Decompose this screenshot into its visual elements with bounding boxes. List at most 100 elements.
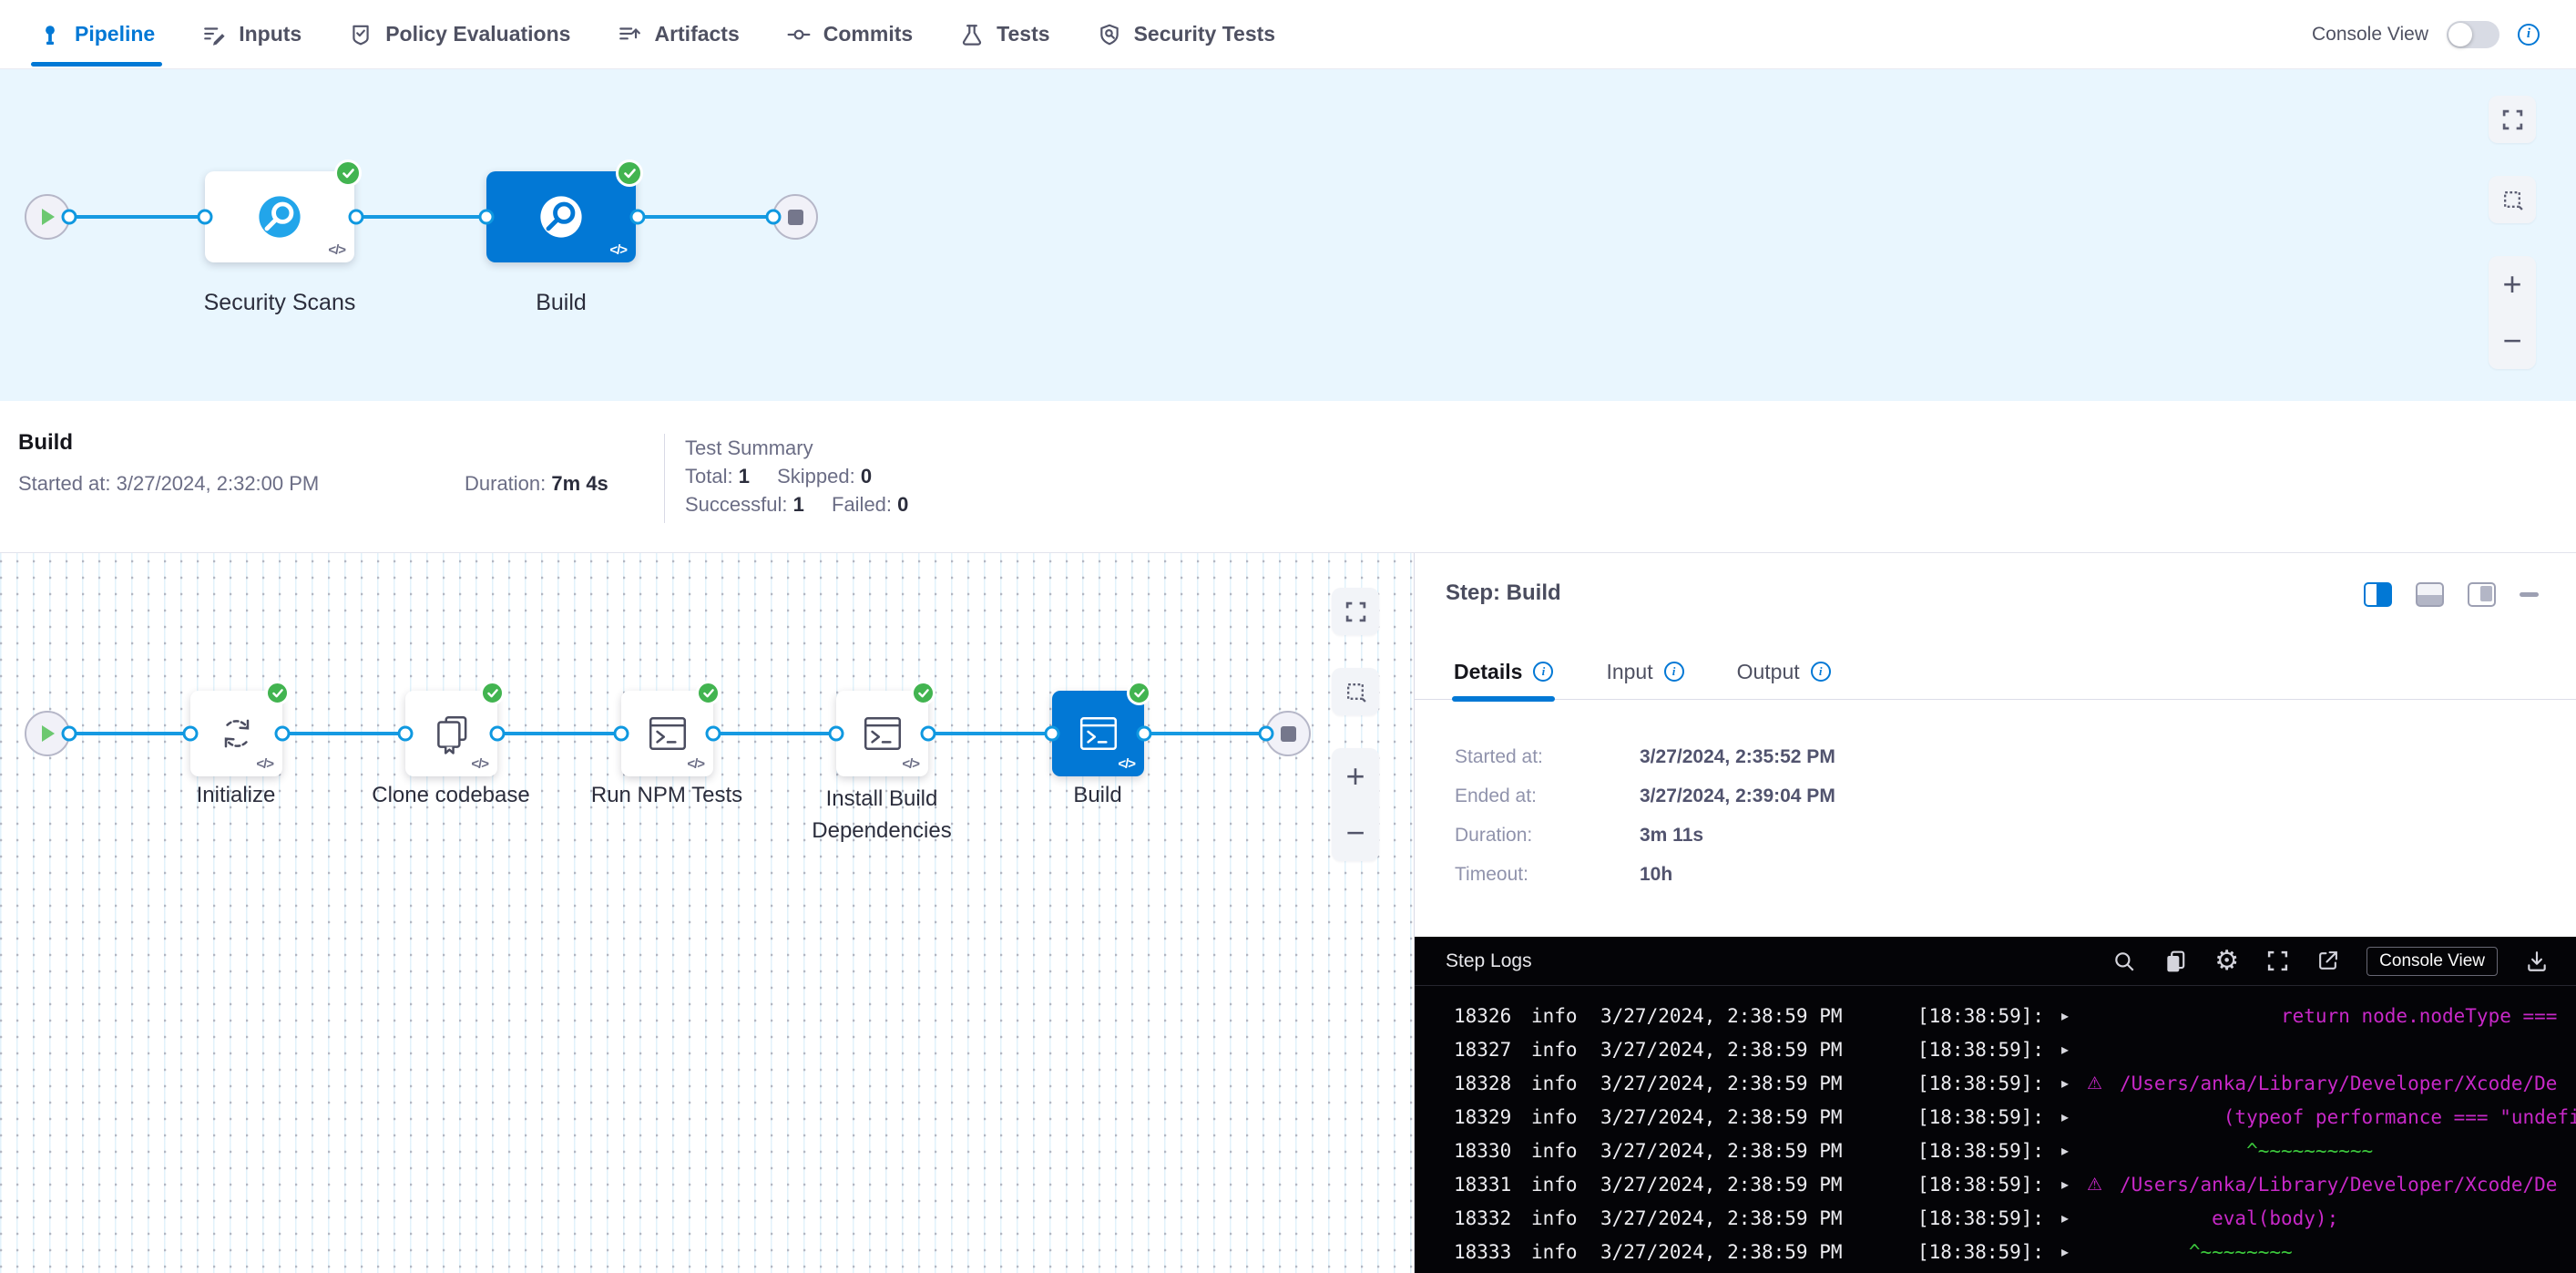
tab-inputs[interactable]: Inputs: [202, 0, 302, 68]
connector-dot: [766, 210, 782, 225]
expand-caret-icon[interactable]: ▸: [2061, 1243, 2087, 1260]
log-line-number: 18333: [1454, 1241, 1531, 1263]
expand-caret-icon[interactable]: ▸: [2061, 1108, 2087, 1125]
minimize-panel-icon[interactable]: [2520, 592, 2539, 597]
zoom-in-button[interactable]: +: [1345, 760, 1365, 793]
log-level: info: [1531, 1241, 1600, 1263]
copy-icon[interactable]: [2163, 950, 2187, 973]
expand-caret-icon[interactable]: ▸: [2061, 1074, 2087, 1092]
canvas-fullscreen-button[interactable]: [2489, 96, 2536, 143]
connector-dot: [829, 726, 844, 742]
connector-dot: [490, 726, 506, 742]
stage-node-security-scans[interactable]: </>: [205, 171, 354, 262]
settings-gear-icon[interactable]: ⚙: [2214, 948, 2239, 975]
zoom-out-button[interactable]: −: [1345, 816, 1365, 849]
layout-right-panel-icon[interactable]: [2364, 582, 2392, 607]
tab-tests[interactable]: Tests: [960, 0, 1049, 68]
tab-security-tests[interactable]: Security Tests: [1098, 0, 1276, 68]
tab-artifacts[interactable]: Artifacts: [618, 0, 739, 68]
zoom-in-button[interactable]: +: [2502, 268, 2521, 301]
step-logs-body[interactable]: 18326 info 3/27/2024, 2:38:59 PM [18:38:…: [1415, 986, 2576, 1268]
canvas-select-button[interactable]: [1332, 668, 1379, 715]
detail-label: Started at:: [1455, 746, 1640, 768]
pipeline-icon: [38, 23, 62, 46]
stage-node-build[interactable]: </>: [486, 171, 636, 262]
skipped-value: 0: [861, 465, 872, 488]
canvas-zoom-controls: + −: [1332, 748, 1379, 861]
console-view-button[interactable]: Console View: [2366, 947, 2498, 976]
log-line[interactable]: 18326 info 3/27/2024, 2:38:59 PM [18:38:…: [1415, 999, 2576, 1032]
tab-commits[interactable]: Commits: [787, 0, 913, 68]
tab-policy-evaluations[interactable]: Policy Evaluations: [349, 0, 570, 68]
top-nav: Pipeline Inputs Policy Evaluations Artif…: [0, 0, 2576, 69]
log-timestamp: 3/27/2024, 2:38:59 PM: [1600, 1174, 1917, 1196]
policy-evaluations-icon: [349, 23, 373, 46]
canvas-fullscreen-button[interactable]: [1332, 588, 1379, 635]
detail-label: Ended at:: [1455, 785, 1640, 807]
expand-caret-icon[interactable]: ▸: [2061, 1007, 2087, 1024]
log-level: info: [1531, 1140, 1600, 1162]
info-icon[interactable]: i: [1533, 662, 1553, 682]
step-details-list: Started at: 3/27/2024, 2:35:52 PM Ended …: [1455, 746, 1835, 903]
step-node-build[interactable]: </>: [1052, 691, 1144, 776]
connector-dot: [1259, 726, 1274, 742]
step-node-initialize[interactable]: </>: [190, 691, 282, 776]
step-node-install-build-dependencies[interactable]: </>: [836, 691, 928, 776]
zoom-out-button[interactable]: −: [2502, 324, 2521, 357]
info-icon[interactable]: i: [1811, 662, 1831, 682]
connector-dot: [275, 726, 291, 742]
log-line[interactable]: 18327 info 3/27/2024, 2:38:59 PM [18:38:…: [1415, 1032, 2576, 1066]
expand-caret-icon[interactable]: ▸: [2061, 1209, 2087, 1227]
layout-floating-panel-icon[interactable]: [2468, 582, 2496, 607]
log-line[interactable]: 18332 info 3/27/2024, 2:38:59 PM [18:38:…: [1415, 1201, 2576, 1235]
expand-caret-icon[interactable]: ▸: [2061, 1175, 2087, 1193]
tab-details[interactable]: Details i: [1454, 644, 1553, 699]
log-line[interactable]: 18329 info 3/27/2024, 2:38:59 PM [18:38:…: [1415, 1100, 2576, 1134]
stage-pipeline-canvas[interactable]: </> Security Scans </> Build + −: [0, 69, 2576, 401]
tab-input[interactable]: Input i: [1606, 644, 1683, 699]
open-in-new-icon[interactable]: [2316, 950, 2339, 972]
fullscreen-icon[interactable]: [2266, 950, 2289, 972]
step-node-run-npm-tests[interactable]: </>: [621, 691, 713, 776]
step-logs-panel: Step Logs ⚙ Console View 18326 info 3/27…: [1415, 937, 2576, 1273]
code-view-icon: </>: [471, 756, 488, 772]
search-icon[interactable]: [2112, 950, 2136, 973]
lower-section: </> Initialize </> Clone codebase </> Ru…: [0, 553, 2576, 1273]
expand-caret-icon[interactable]: ▸: [2061, 1142, 2087, 1159]
started-value: 3/27/2024, 2:32:00 PM: [117, 472, 320, 495]
duration-value: 7m 4s: [551, 472, 608, 495]
log-message: ^~~~~~~~~~~: [2120, 1140, 2576, 1162]
log-line[interactable]: 18330 info 3/27/2024, 2:38:59 PM [18:38:…: [1415, 1134, 2576, 1167]
test-summary: Test Summary Total: 1 Skipped: 0 Success…: [685, 434, 930, 518]
layout-bottom-panel-icon[interactable]: [2416, 582, 2444, 607]
success-badge: [334, 159, 362, 187]
log-line[interactable]: 18333 info 3/27/2024, 2:38:59 PM [18:38:…: [1415, 1235, 2576, 1268]
log-level: info: [1531, 1174, 1600, 1196]
nav-right: Console View i: [2312, 21, 2540, 48]
commits-icon: [787, 23, 811, 46]
log-line[interactable]: 18331 info 3/27/2024, 2:38:59 PM [18:38:…: [1415, 1167, 2576, 1201]
console-view-toggle[interactable]: [2447, 21, 2499, 48]
warning-icon: ⚠: [2087, 1073, 2120, 1093]
expand-caret-icon[interactable]: ▸: [2061, 1041, 2087, 1058]
stop-icon: [788, 210, 803, 225]
log-line[interactable]: 18328 info 3/27/2024, 2:38:59 PM [18:38:…: [1415, 1066, 2576, 1100]
artifacts-icon: [618, 23, 641, 46]
console-view-label: Console View: [2312, 24, 2428, 46]
started-at: Started at: 3/27/2024, 2:32:00 PM: [18, 472, 319, 496]
log-time: [18:38:59]:: [1917, 1005, 2061, 1027]
connector-dot: [614, 726, 629, 742]
canvas-select-button[interactable]: [2489, 176, 2536, 223]
log-timestamp: 3/27/2024, 2:38:59 PM: [1600, 1039, 1917, 1061]
connector-dot: [630, 210, 646, 225]
info-icon[interactable]: i: [2518, 24, 2540, 46]
log-timestamp: 3/27/2024, 2:38:59 PM: [1600, 1073, 1917, 1094]
connector-dot: [183, 726, 199, 742]
info-icon[interactable]: i: [1664, 662, 1684, 682]
step-pipeline-canvas[interactable]: </> Initialize </> Clone codebase </> Ru…: [0, 553, 1415, 1273]
step-node-clone-codebase[interactable]: </>: [405, 691, 497, 776]
tab-output[interactable]: Output i: [1737, 644, 1831, 699]
download-icon[interactable]: [2525, 950, 2549, 973]
skipped-label: Skipped:: [777, 465, 855, 488]
tab-pipeline[interactable]: Pipeline: [38, 0, 155, 68]
